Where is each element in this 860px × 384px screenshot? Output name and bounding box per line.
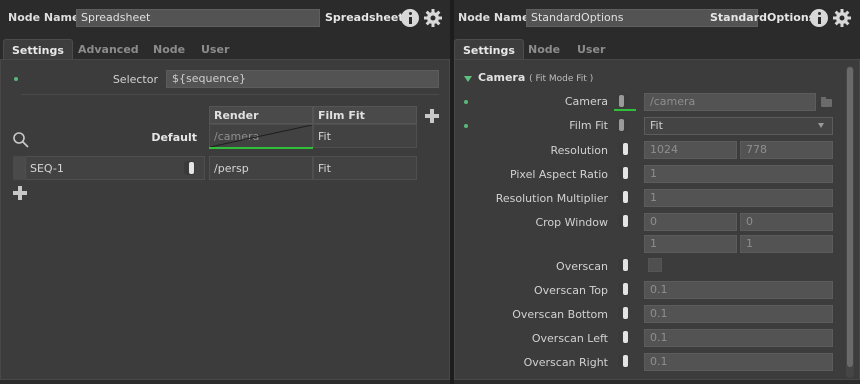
node-name-label: Node Name [458,11,530,24]
overscan-left-enabled-toggle[interactable] [618,330,629,344]
overscan-label: Overscan [556,260,608,273]
crop-max-x-input[interactable]: 1 [644,235,737,253]
crop-window-enabled-toggle[interactable] [618,214,629,228]
film-fit-plug-indicator [464,124,468,128]
node-name-label: Node Name [8,11,80,24]
left-tab-bar: Settings Advanced Node User [0,36,450,60]
right-tab-bar: Settings Node User [454,36,860,60]
resolution-y-input[interactable]: 778 [740,141,833,159]
overscan-bottom-enabled-toggle[interactable] [618,306,629,320]
pixel-aspect-enabled-toggle[interactable] [618,166,629,180]
row-drag-handle[interactable] [13,156,25,180]
chevron-down-icon [818,123,824,128]
tab-user[interactable]: User [193,39,237,60]
spreadsheet-node-panel: Node Name Spreadsheet Spreadsheet Settin… [0,0,450,384]
row-render-camera-cell[interactable]: /persp [209,156,313,180]
gear-icon[interactable] [832,8,852,28]
default-row-label: Default [151,131,197,144]
add-row-icon[interactable] [13,186,27,200]
resolution-multiplier-enabled-toggle[interactable] [618,190,629,204]
film-fit-enabled-toggle[interactable] [618,118,629,132]
film-fit-label: Film Fit [569,119,608,132]
active-cell-indicator [209,147,313,149]
overscan-bottom-label: Overscan Bottom [512,308,608,321]
tab-user[interactable]: User [569,39,613,60]
default-film-fit-cell[interactable]: Fit [313,124,417,148]
search-icon[interactable] [12,131,30,149]
row-enabled-toggle[interactable] [184,161,195,175]
camera-input[interactable]: /camera [644,93,816,111]
overscan-left-label: Overscan Left [531,332,608,345]
node-type-label: StandardOptions [710,11,816,24]
camera-label: Camera [564,95,608,108]
crop-window-label: Crop Window [535,216,608,229]
overscan-top-label: Overscan Top [533,284,608,297]
column-header-film-fit[interactable]: Film Fit [313,106,417,124]
overscan-top-input[interactable]: 0.1 [644,281,833,299]
selector-label: Selector [112,73,158,86]
tab-settings[interactable]: Settings [3,39,73,60]
info-icon[interactable] [810,9,828,27]
overscan-right-label: Overscan Right [523,356,608,369]
scrollbar-thumb[interactable] [847,67,853,367]
overscan-left-input[interactable]: 0.1 [644,329,833,347]
resolution-multiplier-input[interactable]: 1 [644,189,833,207]
resolution-enabled-toggle[interactable] [618,142,629,156]
overscan-right-enabled-toggle[interactable] [618,354,629,368]
settings-tab-content: Selector ${sequence} Render Camera Film … [0,59,450,380]
overscan-top-enabled-toggle[interactable] [618,282,629,296]
resolution-multiplier-label: Resolution Multiplier [495,192,608,205]
standard-options-node-panel: Node Name StandardOptions StandardOption… [454,0,860,384]
crop-max-y-input[interactable]: 1 [740,235,833,253]
tab-advanced[interactable]: Advanced [70,39,147,60]
tab-node[interactable]: Node [145,39,193,60]
pixel-aspect-label: Pixel Aspect Ratio [509,168,608,181]
plug-indicator [14,77,18,81]
selector-input[interactable]: ${sequence} [166,70,439,88]
gear-icon[interactable] [423,8,443,28]
pixel-aspect-input[interactable]: 1 [644,165,833,183]
crop-min-y-input[interactable]: 0 [740,213,833,231]
default-cell-strike [210,125,312,147]
tab-node[interactable]: Node [520,39,568,60]
camera-enabled-toggle[interactable] [618,94,629,108]
column-header-render-camera[interactable]: Render Camera [209,106,313,135]
overscan-enabled-toggle[interactable] [618,258,629,272]
add-column-icon[interactable] [425,109,439,123]
row-name-cell[interactable]: SEQ-1 [25,156,205,180]
film-fit-dropdown[interactable]: Fit [644,117,833,135]
camera-plug-indicator [464,100,468,104]
resolution-label: Resolution [550,144,608,157]
collapse-triangle-icon[interactable] [464,76,472,82]
section-title-text: Camera [478,71,526,84]
separator [21,94,439,95]
folder-icon[interactable] [821,97,832,107]
crop-min-x-input[interactable]: 0 [644,213,737,231]
node-name-input[interactable]: Spreadsheet [76,9,320,27]
section-subtitle: ( Fit Mode Fit ) [529,74,594,84]
camera-active-indicator [614,109,636,111]
node-type-label: Spreadsheet [325,11,404,24]
vertical-scrollbar[interactable] [846,66,854,378]
overscan-right-input[interactable]: 0.1 [644,353,833,371]
settings-tab-content: Camera ( Fit Mode Fit ) Camera /camera F… [454,59,860,380]
overscan-checkbox[interactable] [648,258,662,272]
tab-settings[interactable]: Settings [454,39,524,60]
section-title[interactable]: Camera ( Fit Mode Fit ) [478,71,593,84]
info-icon[interactable] [401,9,419,27]
overscan-bottom-input[interactable]: 0.1 [644,305,833,323]
resolution-x-input[interactable]: 1024 [644,141,737,159]
row-film-fit-cell[interactable]: Fit [313,156,417,180]
